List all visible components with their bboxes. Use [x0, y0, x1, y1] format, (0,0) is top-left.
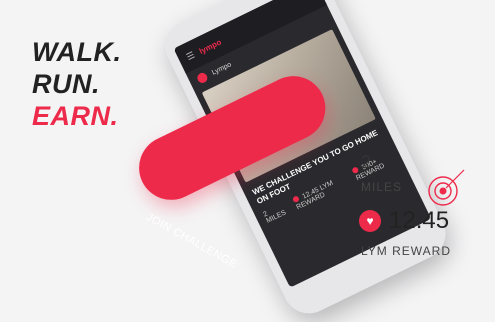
menu-icon[interactable]: ☰ [184, 49, 196, 62]
stat-miles-phone-label: MILES [265, 209, 288, 225]
post-author-name: Lympo [210, 60, 233, 77]
headline-run: RUN. [32, 69, 100, 99]
lympo-heart-icon [195, 71, 210, 85]
miles-value: 2 [361, 152, 372, 172]
app-brand: lympo [197, 37, 223, 56]
reward-row: ♥ 12.45 [359, 207, 449, 235]
join-challenge-label[interactable]: JOIN CHALLENGE [144, 211, 239, 271]
headline-earn: EARN. [32, 101, 119, 131]
heart-icon: ♥ [359, 210, 381, 232]
hero-headline: WALK. RUN. EARN. [32, 36, 122, 132]
reward-value: 12.45 [389, 207, 450, 234]
miles-label: MILES [361, 180, 403, 194]
reward-label: LYM REWARD [361, 244, 452, 258]
headline-walk: WALK. [32, 37, 122, 67]
